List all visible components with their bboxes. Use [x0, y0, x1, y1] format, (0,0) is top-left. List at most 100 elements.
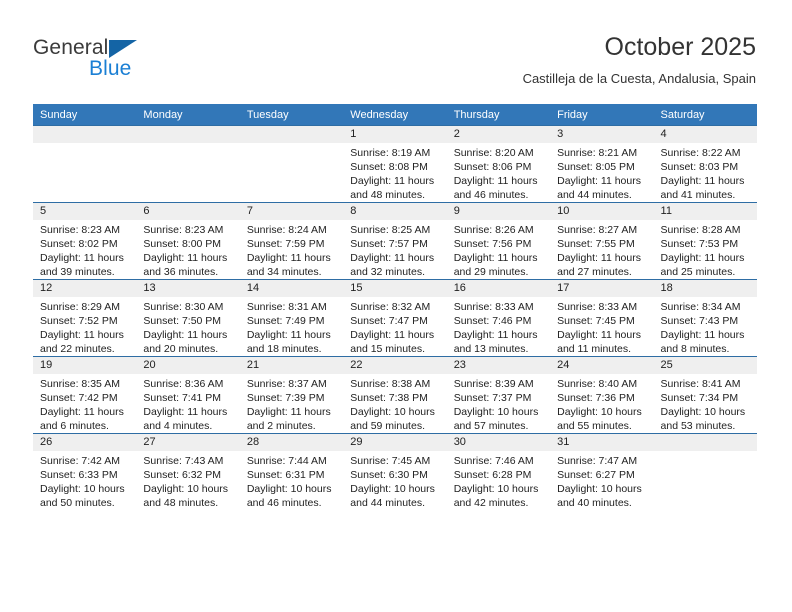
- calendar-day-cell[interactable]: 2 Sunrise: 8:20 AM Sunset: 8:06 PM Daylight…: [446, 125, 551, 203]
- daylight-text: and 57 minutes.: [453, 420, 529, 432]
- day-number: 7: [239, 203, 344, 220]
- calendar-day-cell[interactable]: 13 Sunrise: 8:30 AM Sunset: 7:50 PM Dayligh…: [136, 279, 240, 357]
- daylight-text: Daylight: 10 hours: [350, 406, 435, 418]
- daylight-text: and 46 minutes.: [453, 189, 529, 201]
- daylight-text: and 15 minutes.: [350, 343, 425, 355]
- sunset-text: Sunset: 7:57 PM: [350, 238, 428, 250]
- sunset-text: Sunset: 6:32 PM: [143, 469, 222, 481]
- day-details: Sunrise: 8:34 AM Sunset: 7:43 PM Daylight:…: [654, 297, 757, 356]
- calendar-day-cell[interactable]: 29 Sunrise: 7:45 AM Sunset: 6:30 PM Dayligh…: [343, 433, 447, 510]
- calendar-day-cell[interactable]: 27 Sunrise: 7:43 AM Sunset: 6:32 PM Dayligh…: [136, 433, 240, 510]
- daylight-text: and 27 minutes.: [557, 266, 632, 278]
- day-box: 8 Sunrise: 8:25 AM Sunset: 7:57 PM Daylight…: [343, 203, 447, 279]
- calendar-day-cell[interactable]: 16 Sunrise: 8:33 AM Sunset: 7:46 PM Dayligh…: [446, 279, 551, 357]
- calendar-day-cell[interactable]: 9 Sunrise: 8:26 AM Sunset: 7:56 PM Daylight…: [446, 202, 551, 280]
- daylight-text: Daylight: 10 hours: [453, 406, 539, 418]
- day-details: Sunrise: 8:20 AM Sunset: 8:06 PM Daylight:…: [447, 143, 550, 202]
- day-number: [239, 126, 344, 143]
- daylight-text: Daylight: 11 hours: [40, 406, 124, 418]
- daylight-text: Daylight: 11 hours: [40, 252, 124, 264]
- day-number: [653, 434, 757, 451]
- daylight-text: and 25 minutes.: [660, 266, 736, 278]
- calendar-day-cell[interactable]: 18 Sunrise: 8:34 AM Sunset: 7:43 PM Dayligh…: [653, 279, 757, 357]
- daylight-text: Daylight: 11 hours: [143, 252, 228, 264]
- calendar-day-cell[interactable]: 31 Sunrise: 7:47 AM Sunset: 6:27 PM Dayligh…: [550, 433, 654, 510]
- calendar-day-cell[interactable]: 8 Sunrise: 8:25 AM Sunset: 7:57 PM Daylight…: [343, 202, 447, 280]
- sunrise-text: Sunrise: 8:30 AM: [143, 301, 224, 313]
- calendar-day-cell[interactable]: 3 Sunrise: 8:21 AM Sunset: 8:05 PM Daylight…: [550, 125, 654, 203]
- day-number: 30: [446, 434, 551, 451]
- daylight-text: and 4 minutes.: [143, 420, 213, 432]
- daylight-text: Daylight: 10 hours: [350, 483, 435, 495]
- sunset-text: Sunset: 7:41 PM: [143, 392, 222, 404]
- sunset-text: Sunset: 7:45 PM: [557, 315, 635, 327]
- day-box: 10 Sunrise: 8:27 AM Sunset: 7:55 PM Dayligh…: [550, 203, 654, 279]
- day-number: 8: [343, 203, 447, 220]
- calendar-day-cell[interactable]: 28 Sunrise: 7:44 AM Sunset: 6:31 PM Dayligh…: [239, 433, 344, 510]
- day-details: Sunrise: 8:27 AM Sunset: 7:55 PM Daylight:…: [550, 220, 653, 279]
- sunrise-text: Sunrise: 8:28 AM: [660, 224, 741, 236]
- day-box: 2 Sunrise: 8:20 AM Sunset: 8:06 PM Daylight…: [446, 126, 551, 202]
- day-box: 29 Sunrise: 7:45 AM Sunset: 6:30 PM Dayligh…: [343, 434, 447, 510]
- day-box: 21 Sunrise: 8:37 AM Sunset: 7:39 PM Dayligh…: [239, 357, 344, 433]
- sunset-text: Sunset: 7:34 PM: [660, 392, 739, 404]
- day-box: 14 Sunrise: 8:31 AM Sunset: 7:49 PM Dayligh…: [239, 280, 344, 356]
- day-box: 4 Sunrise: 8:22 AM Sunset: 8:03 PM Daylight…: [653, 126, 757, 202]
- day-box: 23 Sunrise: 8:39 AM Sunset: 7:37 PM Dayligh…: [446, 357, 551, 433]
- sunset-text: Sunset: 7:46 PM: [453, 315, 532, 327]
- sunrise-text: Sunrise: 8:22 AM: [660, 147, 741, 159]
- sunrise-text: Sunrise: 8:27 AM: [557, 224, 638, 236]
- day-number: 20: [136, 357, 240, 374]
- calendar-day-cell[interactable]: 5 Sunrise: 8:23 AM Sunset: 8:02 PM Daylight…: [33, 202, 137, 280]
- calendar-day-cell[interactable]: 15 Sunrise: 8:32 AM Sunset: 7:47 PM Dayligh…: [343, 279, 447, 357]
- daylight-text: Daylight: 11 hours: [453, 329, 538, 341]
- daylight-text: Daylight: 11 hours: [557, 329, 641, 341]
- day-details: Sunrise: 8:26 AM Sunset: 7:56 PM Daylight:…: [447, 220, 550, 279]
- daylight-text: Daylight: 11 hours: [143, 329, 228, 341]
- sunset-text: Sunset: 8:02 PM: [40, 238, 118, 250]
- calendar-day-cell[interactable]: 21 Sunrise: 8:37 AM Sunset: 7:39 PM Dayligh…: [239, 356, 344, 434]
- calendar-day-cell[interactable]: 6 Sunrise: 8:23 AM Sunset: 8:00 PM Daylight…: [136, 202, 240, 280]
- day-box: 12 Sunrise: 8:29 AM Sunset: 7:52 PM Dayligh…: [33, 280, 137, 356]
- daylight-text: Daylight: 11 hours: [557, 175, 641, 187]
- day-box: [653, 434, 757, 510]
- daylight-text: and 44 minutes.: [557, 189, 632, 201]
- day-number: 23: [446, 357, 551, 374]
- day-box: 26 Sunrise: 7:42 AM Sunset: 6:33 PM Dayligh…: [33, 434, 137, 510]
- calendar-day-cell[interactable]: 12 Sunrise: 8:29 AM Sunset: 7:52 PM Dayligh…: [33, 279, 137, 357]
- day-details: Sunrise: 8:21 AM Sunset: 8:05 PM Daylight:…: [550, 143, 653, 202]
- sunrise-text: Sunrise: 8:29 AM: [40, 301, 120, 313]
- day-number: 28: [239, 434, 344, 451]
- sunset-text: Sunset: 7:50 PM: [143, 315, 222, 327]
- calendar-day-cell[interactable]: 25 Sunrise: 8:41 AM Sunset: 7:34 PM Dayligh…: [653, 356, 757, 434]
- calendar-day-cell[interactable]: 23 Sunrise: 8:39 AM Sunset: 7:37 PM Dayligh…: [446, 356, 551, 434]
- calendar-header-row: Sunday Monday Tuesday Wednesday Thursday…: [33, 104, 757, 126]
- calendar-day-cell[interactable]: 11 Sunrise: 8:28 AM Sunset: 7:53 PM Dayligh…: [653, 202, 757, 280]
- day-number: 21: [239, 357, 344, 374]
- calendar-day-cell[interactable]: 7 Sunrise: 8:24 AM Sunset: 7:59 PM Daylight…: [239, 202, 344, 280]
- day-number: 9: [446, 203, 551, 220]
- calendar-day-cell[interactable]: 22 Sunrise: 8:38 AM Sunset: 7:38 PM Dayligh…: [343, 356, 447, 434]
- calendar-day-cell[interactable]: 10 Sunrise: 8:27 AM Sunset: 7:55 PM Dayligh…: [550, 202, 654, 280]
- calendar-day-cell[interactable]: 20 Sunrise: 8:36 AM Sunset: 7:41 PM Dayligh…: [136, 356, 240, 434]
- day-details: Sunrise: 8:30 AM Sunset: 7:50 PM Daylight:…: [136, 297, 239, 356]
- calendar-day-cell[interactable]: 26 Sunrise: 7:42 AM Sunset: 6:33 PM Dayligh…: [33, 433, 137, 510]
- sunrise-text: Sunrise: 7:47 AM: [557, 455, 638, 467]
- day-number: 10: [550, 203, 654, 220]
- day-box: [136, 126, 240, 202]
- calendar-day-cell[interactable]: 1 Sunrise: 8:19 AM Sunset: 8:08 PM Daylight…: [343, 125, 447, 203]
- day-box: 24 Sunrise: 8:40 AM Sunset: 7:36 PM Dayligh…: [550, 357, 654, 433]
- day-details: Sunrise: 8:35 AM Sunset: 7:42 PM Daylight:…: [33, 374, 136, 433]
- calendar-day-cell[interactable]: 4 Sunrise: 8:22 AM Sunset: 8:03 PM Daylight…: [653, 125, 757, 203]
- sunset-text: Sunset: 7:36 PM: [557, 392, 635, 404]
- calendar-day-cell[interactable]: 24 Sunrise: 8:40 AM Sunset: 7:36 PM Dayligh…: [550, 356, 654, 434]
- sunset-text: Sunset: 7:52 PM: [40, 315, 118, 327]
- calendar-day-cell[interactable]: 19 Sunrise: 8:35 AM Sunset: 7:42 PM Dayligh…: [33, 356, 137, 434]
- calendar-day-cell[interactable]: 30 Sunrise: 7:46 AM Sunset: 6:28 PM Dayligh…: [446, 433, 551, 510]
- calendar-day-cell[interactable]: 14 Sunrise: 8:31 AM Sunset: 7:49 PM Dayligh…: [239, 279, 344, 357]
- sunrise-text: Sunrise: 8:34 AM: [660, 301, 741, 313]
- day-details: Sunrise: 8:19 AM Sunset: 8:08 PM Daylight:…: [343, 143, 446, 202]
- calendar-day-cell[interactable]: 17 Sunrise: 8:33 AM Sunset: 7:45 PM Dayligh…: [550, 279, 654, 357]
- day-box: 28 Sunrise: 7:44 AM Sunset: 6:31 PM Dayligh…: [239, 434, 344, 510]
- sunrise-text: Sunrise: 8:33 AM: [557, 301, 638, 313]
